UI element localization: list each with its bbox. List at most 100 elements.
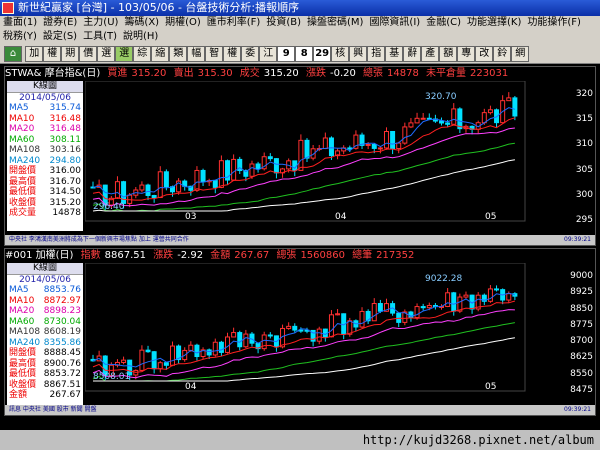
toolbar-button-0[interactable]: 加 — [25, 46, 44, 62]
candlestick-chart[interactable]: 03 04 05 320.70 296.40 — [85, 81, 559, 231]
toolbar-button-8[interactable]: 類 — [169, 46, 188, 62]
toolbar-button-22[interactable]: 產 — [421, 46, 440, 62]
candle-body — [328, 314, 334, 338]
candle-body — [145, 184, 151, 197]
toolbar-button-18[interactable]: 興 — [349, 46, 368, 62]
menu-item-r2-2[interactable]: 工具(T) — [80, 30, 120, 44]
toolbar-button-3[interactable]: 價 — [79, 46, 98, 62]
menu-item-r1-2[interactable]: 主力(U) — [80, 16, 121, 30]
info-row: MA20 316.48 — [7, 124, 83, 135]
info-label: MA5 — [9, 285, 29, 295]
menu-item-r1-1[interactable]: 證券(E) — [40, 16, 80, 30]
candle-body — [414, 117, 420, 124]
quote-symbol: STWA& 摩台指&(日) — [5, 68, 101, 79]
watermark-url: http://kujd3268.pixnet.net/album — [0, 430, 600, 450]
info-row: MA5 8853.76 — [7, 285, 83, 296]
info-value: 267.67 — [49, 390, 82, 400]
toolbar-button-25[interactable]: 改 — [475, 46, 494, 62]
menu-item-r1-9[interactable]: 金融(C) — [423, 16, 464, 30]
candlestick-chart[interactable]: 04 05 9022.28 8508.01 — [85, 263, 559, 401]
toolbar-button-26[interactable]: 鈴 — [493, 46, 512, 62]
chart-panel-taiex-index[interactable]: #001 加權(日) 指數 8867.51 漲跌 -2.92 金額 267.67 總張… — [4, 248, 596, 416]
toolbar-button-24[interactable]: 專 — [457, 46, 476, 62]
info-label: MA108 — [9, 145, 41, 155]
home-icon[interactable]: ⌂ — [4, 46, 22, 62]
toolbar-button-13[interactable]: 江 — [259, 46, 278, 62]
candle-body — [151, 195, 157, 199]
candle-body — [383, 130, 389, 149]
menu-item-r1-8[interactable]: 國際資訊(I) — [366, 16, 423, 30]
toolbar-button-16[interactable]: 29 — [313, 46, 332, 62]
count-value: 217352 — [376, 250, 415, 261]
menu-item-r1-10[interactable]: 功能選擇(K) — [464, 16, 524, 30]
candle-body — [439, 120, 445, 124]
menu-item-r2-1[interactable]: 設定(S) — [40, 30, 80, 44]
menu-item-r1-3[interactable]: 籌碼(X) — [121, 16, 162, 30]
menu-item-r2-0[interactable]: 稅務(Y) — [0, 30, 40, 44]
menu-item-r1-4[interactable]: 期權(O) — [162, 16, 204, 30]
toolbar-button-21[interactable]: 辭 — [403, 46, 422, 62]
quote-line: #001 加權(日) 指數 8867.51 漲跌 -2.92 金額 267.67 總張… — [5, 249, 595, 262]
axis-tick-label: 315 — [575, 114, 593, 125]
toolbar-button-11[interactable]: 權 — [223, 46, 242, 62]
info-row: 最低價 8853.72 — [7, 369, 83, 380]
candle-body — [420, 117, 426, 120]
toolbar-button-9[interactable]: 幅 — [187, 46, 206, 62]
quote-line: STWA& 摩台指&(日) 買進 315.20 賣出 315.30 成交 315.20… — [5, 67, 595, 80]
toolbar-button-23[interactable]: 額 — [439, 46, 458, 62]
deal-value: 315.20 — [263, 68, 299, 79]
info-label: MA20 — [9, 306, 35, 316]
menu-item-r1-7[interactable]: 操盤密碼(M) — [304, 16, 366, 30]
info-label: 收盤價 — [9, 379, 37, 390]
status-time: 09:39:21 — [564, 236, 591, 243]
axis-tick-label: 300 — [575, 189, 593, 200]
toolbar-button-6[interactable]: 綜 — [133, 46, 152, 62]
info-row: MA108 8608.19 — [7, 327, 83, 338]
chart-panel-taiex-futures[interactable]: STWA& 摩台指&(日) 買進 315.20 賣出 315.30 成交 315.20… — [4, 66, 596, 246]
candle-body — [194, 344, 200, 358]
status-text: 訊息 中央社 美國 股市 新聞 開盤 — [9, 406, 97, 413]
info-value: 8853.72 — [43, 369, 81, 379]
window-title: 新世紀贏家 [台灣] - 103/05/06 - 台盤技術分析:播報順序 — [18, 1, 300, 14]
volume-value: 14878 — [387, 68, 419, 79]
info-header: K線圖 — [7, 263, 83, 275]
toolbar-button-4[interactable]: 選 — [97, 46, 116, 62]
menu-item-r1-0[interactable]: 畫面(1) — [0, 16, 40, 30]
menu-item-r1-5[interactable]: 匯市利率(F) — [204, 16, 264, 30]
quick-toolbar: ⌂ 加權期價選選綜縮類幅智權委江 9 8 29 核興指基辭產額專改鈴網 — [0, 44, 600, 64]
info-label: MA20 — [9, 124, 35, 134]
axis-tick-label: 295 — [575, 215, 593, 225]
axis-tick-label: 8550 — [570, 368, 593, 379]
info-value: 8867.51 — [43, 379, 81, 390]
menu-item-r2-3[interactable]: 說明(H) — [120, 30, 161, 44]
info-header: K線圖 — [7, 81, 83, 93]
toolbar-button-19[interactable]: 指 — [367, 46, 386, 62]
candle-body — [286, 325, 292, 329]
toolbar-button-14[interactable]: 9 — [277, 46, 296, 62]
candle-body — [292, 325, 298, 331]
toolbar-button-10[interactable]: 智 — [205, 46, 224, 62]
info-label: 最低價 — [9, 187, 37, 197]
candle-body — [249, 163, 255, 177]
candle-body — [347, 320, 353, 335]
menu-item-r1-11[interactable]: 功能操作(F) — [524, 16, 584, 30]
x-axis-label: 04 — [185, 382, 197, 392]
toolbar-button-5[interactable]: 選 — [115, 46, 134, 62]
toolbar-button-7[interactable]: 縮 — [151, 46, 170, 62]
high-annotation: 320.70 — [425, 92, 457, 102]
candle-body — [194, 169, 200, 191]
toolbar-button-1[interactable]: 權 — [43, 46, 62, 62]
toolbar-button-20[interactable]: 基 — [385, 46, 404, 62]
toolbar-button-27[interactable]: 網 — [511, 46, 530, 62]
candle-body — [316, 328, 322, 342]
toolbar-button-17[interactable]: 核 — [331, 46, 350, 62]
toolbar-button-2[interactable]: 期 — [61, 46, 80, 62]
toolbar-button-12[interactable]: 委 — [241, 46, 260, 62]
toolbar-button-15[interactable]: 8 — [295, 46, 314, 62]
candle-body — [335, 313, 341, 316]
info-value: 8888.45 — [43, 348, 81, 358]
info-box: K線圖 2014/05/06 MA5 8853.76 MA10 8872.97 MA20… — [7, 263, 83, 413]
info-label: 收盤價 — [9, 197, 37, 208]
candle-body — [481, 112, 487, 124]
menu-item-r1-6[interactable]: 投資(B) — [263, 16, 304, 30]
